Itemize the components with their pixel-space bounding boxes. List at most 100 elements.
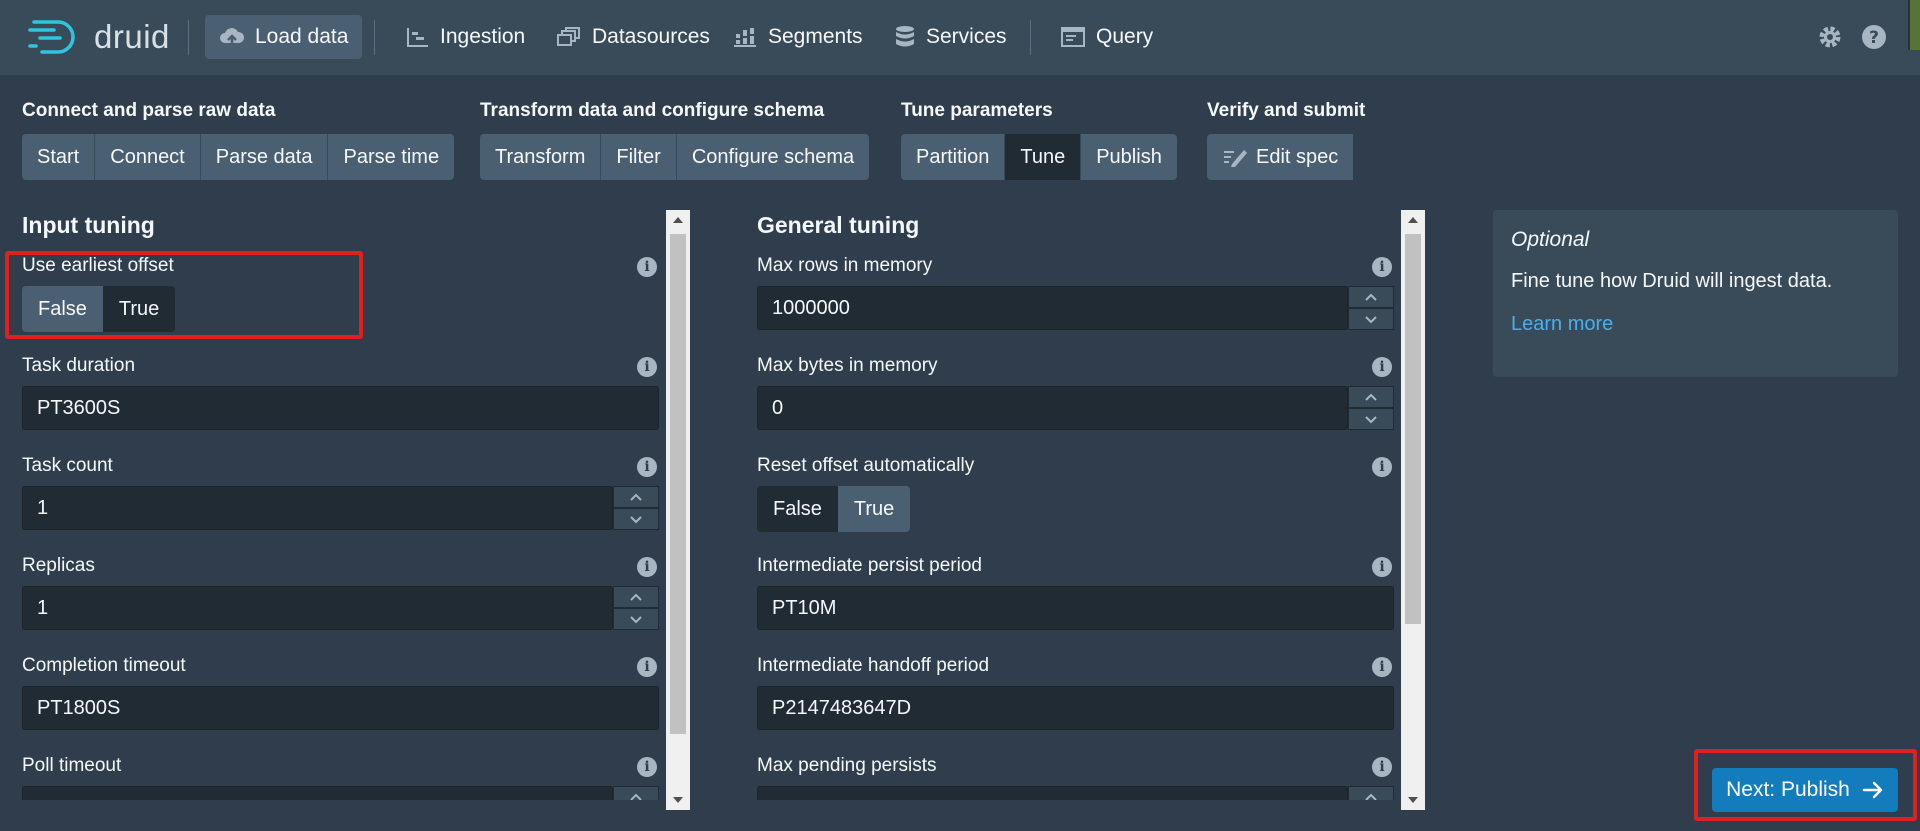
info-icon[interactable]: i (1372, 557, 1392, 577)
content-clip (0, 800, 1920, 831)
learn-more-link[interactable]: Learn more (1511, 313, 1880, 336)
chevron-down-icon[interactable] (1348, 408, 1394, 430)
chevron-up-icon[interactable] (613, 586, 659, 608)
step-parse-data[interactable]: Parse data (200, 134, 329, 180)
next-publish-button[interactable]: Next: Publish (1712, 768, 1898, 812)
task-count-stepper[interactable] (613, 486, 659, 530)
gear-icon[interactable] (1817, 24, 1843, 50)
persist-period-label: Intermediate persist period (757, 555, 982, 576)
task-count-label: Task count (22, 455, 113, 476)
step-configure-schema[interactable]: Configure schema (676, 134, 870, 180)
general-tuning-title: General tuning (757, 212, 920, 238)
nav-ingestion-label: Ingestion (440, 25, 526, 48)
persist-period-input[interactable]: PT10M (757, 586, 1394, 630)
handoff-period-input[interactable]: P2147483647D (757, 686, 1394, 730)
chevron-up-icon[interactable] (1348, 386, 1394, 408)
replicas-stepper[interactable] (613, 586, 659, 630)
application-icon (1061, 27, 1085, 47)
step-group-title: Connect and parse raw data (22, 100, 276, 121)
info-icon[interactable]: i (637, 357, 657, 377)
nav-services[interactable]: Services (880, 15, 1021, 59)
info-icon[interactable]: i (637, 657, 657, 677)
info-icon[interactable]: i (637, 557, 657, 577)
step-group-title: Transform data and configure schema (480, 100, 825, 121)
handoff-period-label: Intermediate handoff period (757, 655, 990, 676)
nav-divider (188, 20, 189, 55)
nav-ingestion[interactable]: Ingestion (392, 15, 539, 59)
step-edit-spec[interactable]: Edit spec (1207, 134, 1354, 180)
max-pending-label: Max pending persists (757, 755, 937, 776)
scroll-up-arrow[interactable] (1401, 210, 1425, 230)
chevron-up-icon[interactable] (613, 486, 659, 508)
chevron-down-icon[interactable] (1348, 308, 1394, 330)
step-group-title: Verify and submit (1207, 100, 1366, 121)
step-filter[interactable]: Filter (601, 134, 677, 180)
scroll-thumb[interactable] (1405, 234, 1421, 624)
poll-timeout-label: Poll timeout (22, 755, 122, 776)
nav-load-data[interactable]: Load data (205, 15, 363, 59)
step-publish[interactable]: Publish (1081, 134, 1177, 180)
replicas-input[interactable]: 1 (22, 586, 613, 630)
druid-logo[interactable]: druid (28, 18, 170, 56)
replicas-label: Replicas (22, 555, 95, 576)
chevron-down-icon[interactable] (613, 608, 659, 630)
info-icon[interactable]: i (1372, 457, 1392, 477)
info-icon[interactable]: i (1372, 257, 1392, 277)
edit-spec-icon (1224, 150, 1247, 167)
info-icon[interactable]: i (637, 457, 657, 477)
nav-datasources[interactable]: Datasources (542, 15, 724, 59)
task-duration-input[interactable]: PT3600S (22, 386, 659, 430)
callout-title: Optional (1511, 228, 1590, 251)
druid-logo-icon (28, 20, 75, 54)
highlight-box-offset (5, 251, 363, 339)
database-icon (896, 26, 914, 47)
stacked-chart-icon (734, 28, 756, 47)
general-tuning-scrollbar[interactable] (1401, 210, 1425, 810)
input-tuning-title: Input tuning (22, 212, 155, 238)
nav-query-label: Query (1096, 25, 1154, 48)
info-icon[interactable]: i (1372, 757, 1392, 777)
info-icon[interactable]: i (1372, 357, 1392, 377)
step-transform[interactable]: Transform (480, 134, 602, 180)
scroll-thumb[interactable] (670, 234, 686, 734)
nav-segments-label: Segments (768, 25, 863, 48)
input-tuning-scrollbar[interactable] (666, 210, 690, 810)
max-bytes-stepper[interactable] (1348, 386, 1394, 430)
completion-timeout-label: Completion timeout (22, 655, 186, 676)
callout-text: Fine tune how Druid will ingest data. (1511, 270, 1833, 292)
info-icon[interactable]: i (637, 257, 657, 277)
info-icon[interactable]: i (1372, 657, 1392, 677)
nav-query[interactable]: Query (1046, 15, 1167, 59)
completion-timeout-input[interactable]: PT1800S (22, 686, 659, 730)
max-rows-stepper[interactable] (1348, 286, 1394, 330)
help-icon[interactable]: ? (1861, 24, 1887, 50)
step-group-connect: Connect and parse raw data Start Connect… (22, 100, 455, 180)
task-count-input[interactable]: 1 (22, 486, 613, 530)
nav-divider (1030, 20, 1031, 55)
step-partition[interactable]: Partition (901, 134, 1006, 180)
reset-offset-toggle: False True (757, 486, 911, 532)
step-group-tune: Tune parameters Partition Tune Publish (901, 100, 1177, 180)
step-start[interactable]: Start (22, 134, 96, 180)
nav-services-label: Services (926, 25, 1007, 48)
reset-offset-false[interactable]: False (757, 486, 838, 532)
step-tune[interactable]: Tune (1005, 134, 1082, 180)
reset-offset-true[interactable]: True (837, 486, 911, 532)
next-publish-label: Next: Publish (1726, 778, 1850, 801)
nav-segments[interactable]: Segments (720, 15, 877, 59)
chevron-up-icon[interactable] (1348, 286, 1394, 308)
gantt-chart-icon (407, 28, 428, 47)
scroll-up-arrow[interactable] (666, 210, 690, 230)
step-group-verify: Verify and submit Edit spec (1207, 100, 1365, 180)
max-rows-input[interactable]: 1000000 (757, 286, 1348, 330)
chevron-down-icon[interactable] (613, 508, 659, 530)
max-bytes-input[interactable]: 0 (757, 386, 1348, 430)
step-group-transform: Transform data and configure schema Tran… (480, 100, 870, 180)
scroll-down-arrow[interactable] (666, 790, 690, 810)
step-connect[interactable]: Connect (95, 134, 201, 180)
app-name: druid (94, 18, 170, 55)
scroll-down-arrow[interactable] (1401, 790, 1425, 810)
nav-datasources-label: Datasources (592, 25, 710, 48)
info-icon[interactable]: i (637, 757, 657, 777)
step-parse-time[interactable]: Parse time (328, 134, 455, 180)
